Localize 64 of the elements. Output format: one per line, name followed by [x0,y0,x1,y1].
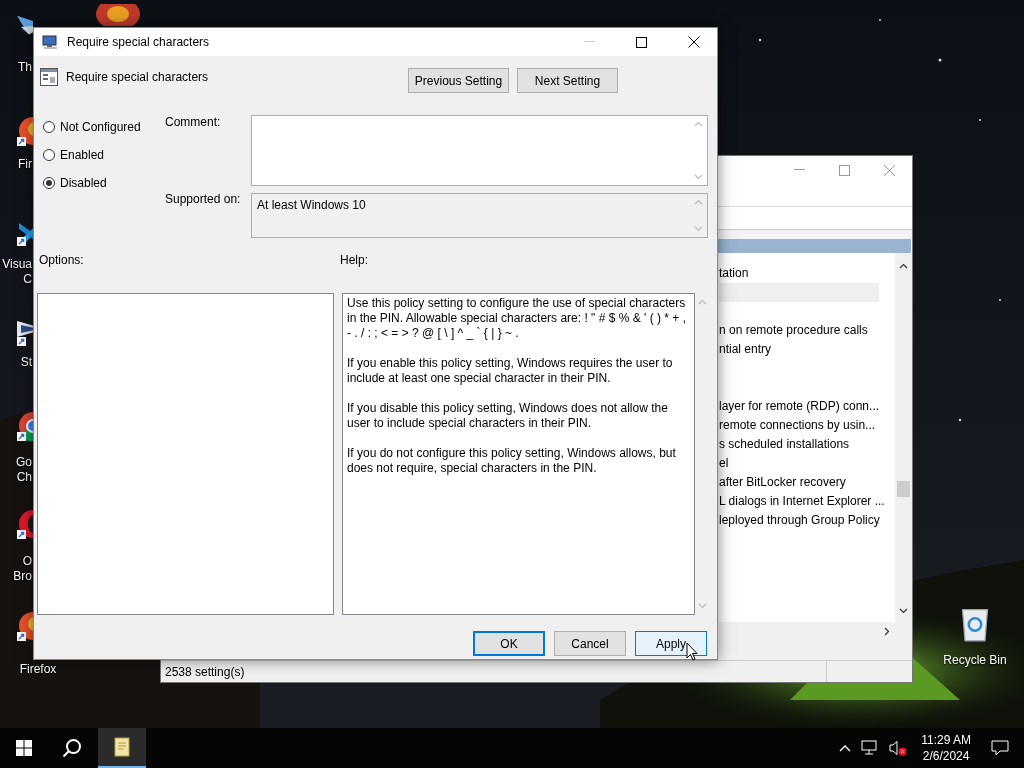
icon-label: St [20,355,32,370]
network-icon[interactable] [861,740,880,756]
help-paragraph: If you do not configure this policy setting, Windows allows, but does not require, special characters in the PIN. [347,446,677,476]
icon-label: Visua [2,257,32,272]
list-row[interactable]: ntial entry [719,340,895,359]
dialog-button[interactable]: Cancel [554,631,626,656]
windows-logo-icon[interactable] [16,740,32,756]
list-row[interactable]: layer for remote (RDP) conn... [719,397,895,416]
dialog-button[interactable]: Apply [635,631,707,656]
window-title: Require special characters [67,35,210,49]
scroll-down-icon[interactable] [899,608,908,614]
help-paragraph: If you enable this policy setting, Windows requires the user to include at least one special character in their PIN. [347,356,674,386]
setting-heading: Require special characters [66,70,209,84]
policy-window-icon [40,68,58,86]
cursor-icon [686,642,698,661]
speaker-muted-icon[interactable] [889,740,908,756]
dialog-button[interactable]: OK [473,631,545,656]
icon-label: Fir [18,157,32,172]
list-row[interactable]: remote connections by usin... [719,416,895,435]
minimize-icon[interactable] [794,169,805,171]
list-row[interactable]: after BitLocker recovery [719,473,895,492]
monitor-icon [42,34,59,50]
scroll-right-icon[interactable] [884,626,890,636]
scroll-paper-icon [112,736,132,758]
nav-button[interactable]: Previous Setting [408,68,509,93]
radio-circle[interactable] [43,177,55,189]
status-text: 2538 setting(s) [165,664,246,679]
list-row[interactable]: s scheduled installations [719,435,895,454]
list-row[interactable]: n on remote procedure calls [719,321,895,340]
maximize-icon[interactable] [636,36,647,48]
horizontal-scrollbar[interactable] [719,622,912,640]
icon-label: O [22,554,32,569]
list-row[interactable]: L dialogs in Internet Explorer ... [719,492,895,511]
list-row[interactable]: tation [719,264,895,283]
icon-label: Recycle Bin [942,653,1008,668]
list-row[interactable]: el [719,454,895,473]
scroll-thumb[interactable] [897,481,910,497]
radio-button[interactable]: Disabled [43,169,165,197]
icon-label: Firefox [18,662,58,677]
field-label: Supported on: [165,192,242,206]
clock-time[interactable]: 11:29 AM [921,732,971,748]
field-label: Comment: [165,115,222,129]
icon-label: Bro [13,569,32,584]
nav-button[interactable]: Next Setting [517,68,618,93]
close-icon[interactable] [688,36,700,48]
clock-date[interactable]: 2/6/2024 [922,748,970,764]
icon-label: C [23,272,32,287]
section-label: Help: [340,253,368,269]
section-label: Options: [39,253,85,269]
icon-label: Go [16,455,32,470]
radio-circle[interactable] [43,121,55,133]
list-row[interactable]: leployed through Group Policy [719,511,895,530]
notification-icon[interactable] [991,740,1009,756]
chevron-up-icon[interactable] [839,744,852,752]
radio-circle[interactable] [43,149,55,161]
help-paragraph: Use this policy setting to configure the use of special characters in the PIN. Allowable special characters are: ! " # $ % & ' ( ) * + , - . / : ; < = > ? @ [ \ ] ^ _ ` { | } ~ . [347,296,688,341]
help-paragraph: If you disable this policy setting, Windows does not allow the user to include special characters in their PIN. [347,401,669,431]
icon-label: Ch [16,470,32,485]
radio-button[interactable]: Enabled [43,141,165,169]
search-icon[interactable] [62,738,82,758]
icon-label: Th [18,60,32,75]
scroll-up-icon[interactable] [899,263,908,269]
taskbar-button[interactable] [98,728,146,768]
radio-button[interactable]: Not Configured [43,113,165,141]
